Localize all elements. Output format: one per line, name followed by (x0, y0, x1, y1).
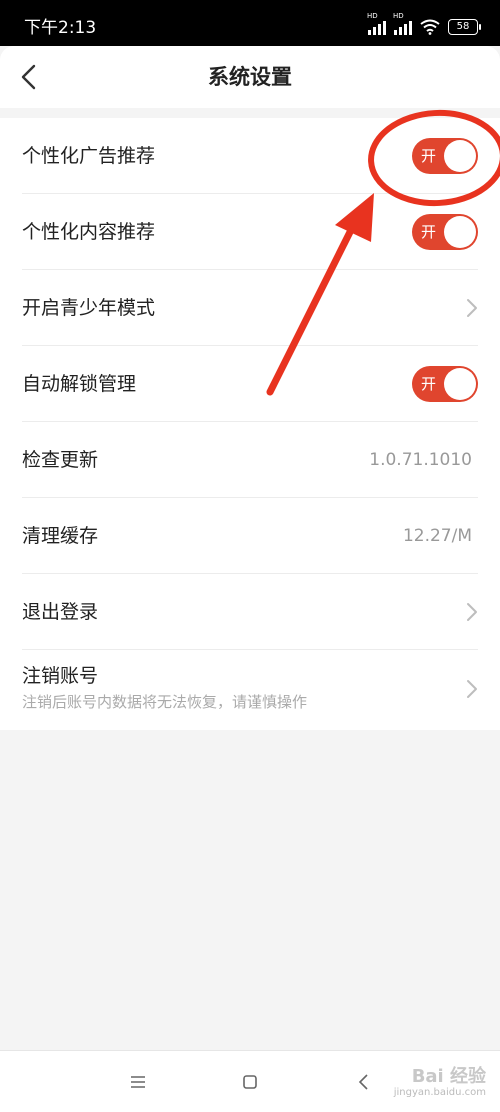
setting-delete-account[interactable]: 注销账号 注销后账号内数据将无法恢复，请谨慎操作 (0, 650, 500, 726)
setting-logout[interactable]: 退出登录 (0, 574, 500, 650)
setting-teen-mode[interactable]: 开启青少年模式 (0, 270, 500, 346)
personalized-ads-toggle[interactable]: 开 (412, 138, 478, 174)
home-icon[interactable] (239, 1071, 261, 1093)
setting-label: 自动解锁管理 (22, 373, 137, 395)
signal-icon: HD (367, 13, 386, 35)
watermark-url: jingyan.baidu.com (393, 1087, 486, 1098)
settings-list: 个性化广告推荐 开 个性化内容推荐 开 开启青少年模式 自动解锁管理 开 检查更… (0, 118, 500, 730)
toggle-text: 开 (421, 147, 437, 165)
toggle-knob (444, 216, 476, 248)
wifi-icon (420, 19, 440, 35)
chevron-right-icon (467, 603, 477, 621)
header: 系统设置 (0, 46, 500, 108)
setting-label: 清理缓存 (22, 525, 99, 547)
watermark-brand: Bai 经验 (411, 1066, 486, 1087)
setting-clear-cache[interactable]: 清理缓存 12.27/M (0, 498, 500, 574)
setting-personalized-ads[interactable]: 个性化广告推荐 开 (0, 118, 500, 194)
signal-icon-2: HD (393, 13, 412, 35)
setting-sublabel: 注销后账号内数据将无法恢复，请谨慎操作 (22, 693, 308, 711)
status-time: 下午2:13 (24, 18, 97, 38)
toggle-knob (444, 140, 476, 172)
setting-auto-unlock[interactable]: 自动解锁管理 开 (0, 346, 500, 422)
battery-icon: 58 (448, 19, 481, 35)
setting-label: 开启青少年模式 (22, 297, 156, 319)
status-bar: 下午2:13 HD HD 58 (0, 0, 500, 46)
personalized-content-toggle[interactable]: 开 (412, 214, 478, 250)
back-icon[interactable] (353, 1071, 375, 1093)
watermark: Bai 经验 jingyan.baidu.com (394, 1067, 486, 1099)
toggle-knob (444, 368, 476, 400)
chevron-right-icon (467, 680, 477, 698)
setting-personalized-content[interactable]: 个性化内容推荐 开 (0, 194, 500, 270)
setting-label: 注销账号 (22, 665, 99, 687)
toggle-text: 开 (421, 375, 437, 393)
setting-check-update[interactable]: 检查更新 1.0.71.1010 (0, 422, 500, 498)
toggle-text: 开 (421, 223, 437, 241)
status-icons: HD HD 58 (367, 13, 481, 37)
chevron-right-icon (467, 299, 477, 317)
cache-size-value: 12.27/M (402, 526, 472, 546)
system-nav-bar: Bai 经验 jingyan.baidu.com (0, 1050, 500, 1112)
setting-label: 个性化内容推荐 (22, 221, 156, 243)
setting-label: 个性化广告推荐 (22, 145, 156, 167)
menu-icon[interactable] (127, 1071, 149, 1093)
version-value: 1.0.71.1010 (369, 450, 472, 470)
setting-label: 退出登录 (22, 601, 99, 623)
setting-label: 检查更新 (22, 449, 99, 471)
auto-unlock-toggle[interactable]: 开 (412, 366, 478, 402)
page-title: 系统设置 (208, 65, 292, 89)
